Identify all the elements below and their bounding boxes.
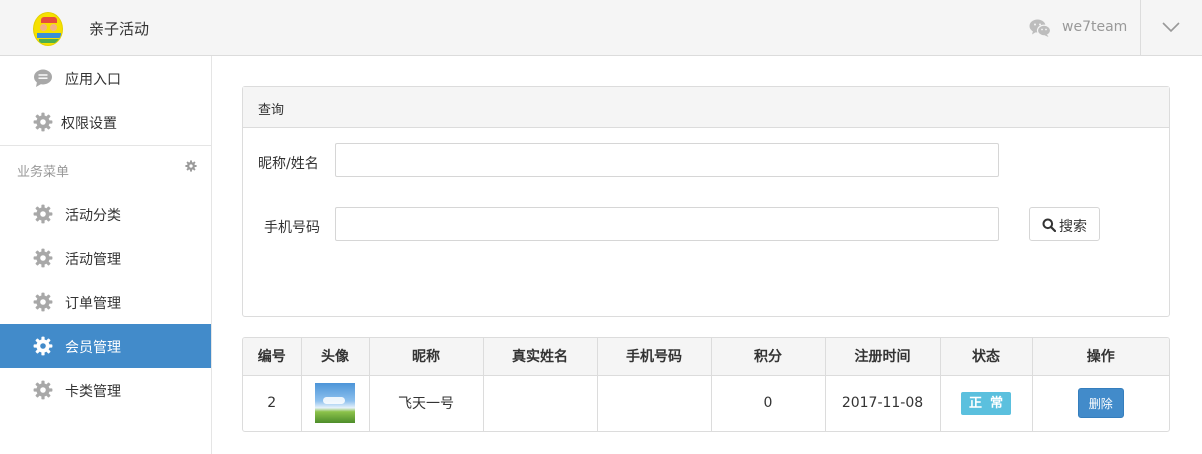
cell-status: 正常: [940, 375, 1033, 431]
gear-icon: [33, 336, 53, 356]
table-header-row: 编号 头像 昵称 真实姓名 手机号码 积分 注册时间 状态 操作: [243, 338, 1169, 376]
app-title[interactable]: 亲子活动: [89, 18, 149, 39]
sidebar-item-activity-category[interactable]: 活动分类: [0, 192, 211, 236]
sidebar-item-order-management[interactable]: 订单管理: [0, 280, 211, 324]
cell-phone: [597, 375, 712, 431]
account-dropdown-button[interactable]: [1141, 0, 1202, 56]
app-logo-icon[interactable]: [33, 12, 63, 46]
column-header-real-name: 真实姓名: [483, 338, 598, 376]
divider: [0, 145, 211, 146]
sidebar-item-app-entry[interactable]: 应用入口: [0, 56, 211, 100]
panel-header: 查询: [243, 87, 1169, 128]
sidebar-item-permissions[interactable]: 权限设置: [0, 100, 211, 144]
sidebar-item-label: 卡类管理: [65, 384, 121, 400]
gear-icon: [33, 112, 53, 132]
account-name[interactable]: we7team: [1062, 19, 1127, 35]
search-icon: [1042, 218, 1056, 232]
cell-avatar: [301, 375, 370, 431]
sidebar-item-label: 会员管理: [65, 340, 121, 356]
search-button-label: 搜索: [1059, 219, 1087, 235]
cell-registered: 2017-11-08: [825, 375, 941, 431]
gear-icon: [33, 292, 53, 312]
gear-icon: [33, 248, 53, 268]
sidebar-item-activity-management[interactable]: 活动管理: [0, 236, 211, 280]
cell-real-name: [483, 375, 598, 431]
cell-actions: 删除: [1032, 375, 1169, 431]
sidebar-item-label: 应用入口: [65, 72, 121, 88]
gear-icon: [33, 204, 53, 224]
members-table: 编号 头像 昵称 真实姓名 手机号码 积分 注册时间 状态 操作 2 飞天一号 …: [242, 337, 1170, 432]
sidebar-item-card-management[interactable]: 卡类管理: [0, 368, 211, 412]
gear-icon: [33, 380, 53, 400]
column-header-id: 编号: [243, 338, 302, 376]
column-header-nickname: 昵称: [369, 338, 484, 376]
column-header-status: 状态: [940, 338, 1033, 376]
column-header-registered: 注册时间: [825, 338, 941, 376]
delete-button[interactable]: 删除: [1077, 388, 1124, 419]
sidebar-item-label: 订单管理: [65, 296, 121, 312]
sidebar: 应用入口 权限设置 业务菜单 活动分类 活动管理 订单管理 会员管理 卡类管理: [0, 56, 212, 454]
wechat-icon: [1029, 19, 1051, 37]
nickname-label: 昵称/姓名: [258, 156, 319, 172]
section-settings-gear-icon[interactable]: [185, 160, 197, 172]
cell-id: 2: [243, 375, 302, 431]
column-header-actions: 操作: [1032, 338, 1169, 376]
column-header-points: 积分: [711, 338, 826, 376]
chevron-down-icon: [1162, 22, 1180, 33]
top-bar: 亲子活动 we7team: [0, 0, 1202, 56]
sidebar-item-label: 活动分类: [65, 208, 121, 224]
cell-points: 0: [711, 375, 826, 431]
search-button[interactable]: 搜索: [1029, 207, 1100, 241]
status-badge: 正常: [961, 391, 1011, 415]
cell-nickname: 飞天一号: [369, 375, 484, 431]
comment-icon: [34, 69, 52, 87]
avatar[interactable]: [315, 383, 355, 424]
sidebar-section-title: 业务菜单: [17, 165, 70, 180]
nickname-input[interactable]: [335, 143, 999, 177]
panel-title: 查询: [258, 103, 285, 118]
phone-input[interactable]: [335, 207, 999, 241]
query-panel: 查询 昵称/姓名 手机号码 搜索: [242, 86, 1170, 317]
sidebar-item-label: 活动管理: [65, 252, 121, 268]
sidebar-item-member-management[interactable]: 会员管理: [0, 324, 211, 368]
table-row: 2 飞天一号 0 2017-11-08 正常 删除: [243, 375, 1169, 431]
sidebar-item-label: 权限设置: [61, 116, 117, 132]
column-header-phone: 手机号码: [597, 338, 712, 376]
phone-label: 手机号码: [264, 220, 320, 236]
column-header-avatar: 头像: [301, 338, 370, 376]
